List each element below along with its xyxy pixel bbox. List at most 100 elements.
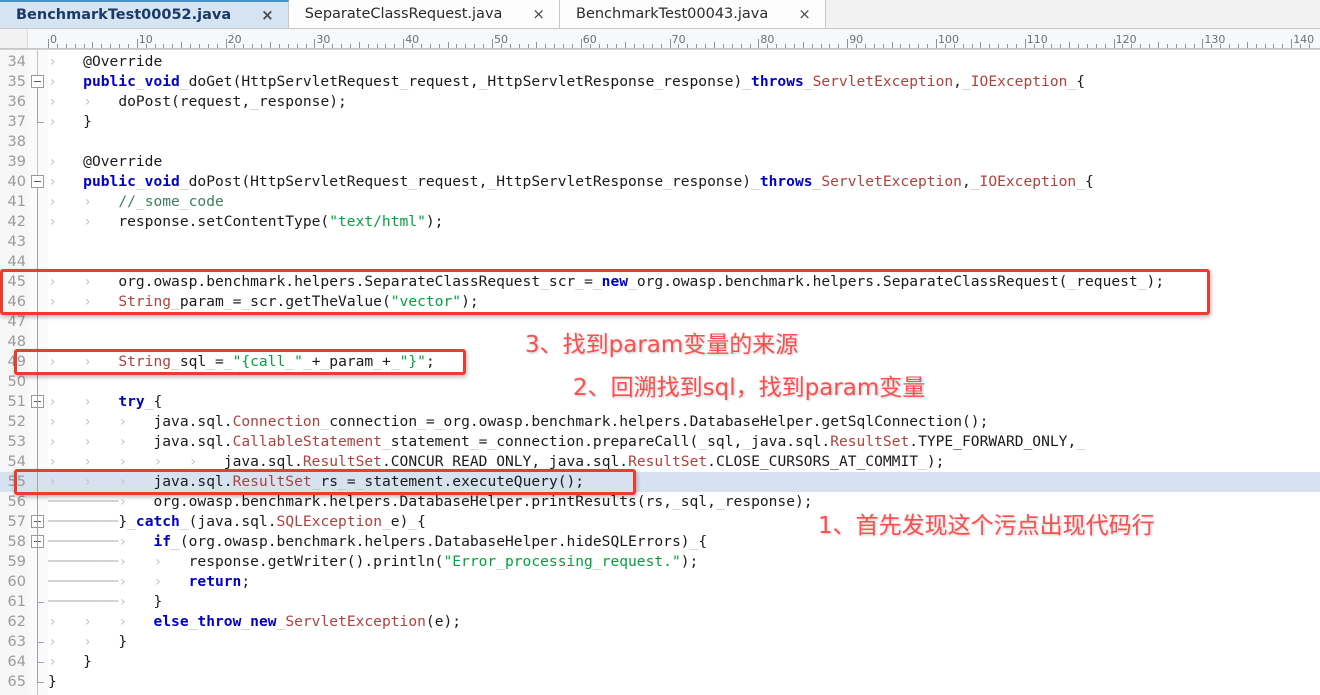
- fold-end-marker: [37, 122, 44, 123]
- line-content: › › › java.sql.Connection_connection_=_o…: [48, 413, 989, 430]
- fold-end-marker: [37, 682, 44, 683]
- tab-label: BenchmarkTest00043.java: [576, 6, 769, 22]
- code-line[interactable]: 37 › }: [0, 112, 1320, 132]
- line-number: 57: [7, 514, 26, 530]
- line-content: }: [48, 673, 57, 690]
- code-line[interactable]: 34 › @Override: [0, 52, 1320, 72]
- line-number: 48: [7, 334, 26, 350]
- tab-benchmarktest00052[interactable]: BenchmarkTest00052.java ×: [0, 0, 289, 28]
- line-content: › › › java.sql.ResultSet_rs_=_statement.…: [48, 473, 585, 490]
- line-number: 53: [7, 434, 26, 450]
- tab-benchmarktest00043[interactable]: BenchmarkTest00043.java ×: [560, 0, 826, 28]
- tab-label: BenchmarkTest00052.java: [16, 7, 232, 23]
- line-number: 59: [7, 554, 26, 570]
- line-number: 45: [7, 274, 26, 290]
- line-number: 35: [7, 74, 26, 90]
- line-number: 42: [7, 214, 26, 230]
- fold-connector: [37, 408, 38, 522]
- line-content: › › response.setContentType("text/html")…: [48, 213, 444, 230]
- code-line[interactable]: 40 › public_void_doPost(HttpServletReques…: [0, 172, 1320, 192]
- annotation-step-1: 1、首先发现这个污点出现代码行: [818, 513, 1155, 539]
- code-line[interactable]: 44: [0, 252, 1320, 272]
- code-line[interactable]: 45 › › org.owasp.benchmark.helpers.Separa…: [0, 272, 1320, 292]
- code-line[interactable]: 39 › @Override: [0, 152, 1320, 172]
- line-content: › }: [48, 653, 92, 670]
- tab-separateclassrequest[interactable]: SeparateClassRequest.java ×: [288, 0, 560, 28]
- code-editor[interactable]: 34 › @Override 35 › public_void_doGet(HttpS…: [0, 50, 1320, 695]
- code-line[interactable]: 52 › › › java.sql.Connection_connection_=…: [0, 412, 1320, 432]
- line-content: › }: [48, 113, 92, 130]
- fold-toggle-icon[interactable]: [31, 175, 44, 188]
- code-line[interactable]: 41 › › //_some_code: [0, 192, 1320, 212]
- svg-text:100: 100: [938, 33, 959, 46]
- fold-connector: [37, 88, 38, 122]
- code-line[interactable]: 36 › › doPost(request,_response);: [0, 92, 1320, 112]
- code-line[interactable]: 54 › › › › › java.sql.ResultSet.CONCUR_RE…: [0, 452, 1320, 472]
- line-content: › › › java.sql.CallableStatement_stateme…: [48, 433, 1086, 450]
- line-number: 43: [7, 234, 26, 250]
- code-line[interactable]: 64 › }: [0, 652, 1320, 672]
- close-icon[interactable]: ×: [794, 6, 815, 22]
- line-content: › › doPost(request,_response);: [48, 93, 347, 110]
- svg-text:0: 0: [50, 33, 57, 46]
- close-icon[interactable]: ×: [257, 7, 278, 23]
- line-number: 39: [7, 154, 26, 170]
- code-line[interactable]: 60 ────────› › return;: [0, 572, 1320, 592]
- line-number: 36: [7, 94, 26, 110]
- svg-text:110: 110: [1027, 33, 1048, 46]
- line-content: ────────› }: [48, 593, 163, 610]
- line-number: 51: [7, 394, 26, 410]
- svg-text:40: 40: [405, 33, 419, 46]
- code-line[interactable]: 42 › › response.setContentType("text/html…: [0, 212, 1320, 232]
- line-number: 37: [7, 114, 26, 130]
- ruler-ticks: 0 10 20 30 40 50 60 70 80 90 100 110 120 130 140: [0, 33, 1320, 49]
- svg-text:140: 140: [1293, 33, 1314, 46]
- code-line[interactable]: 55 › › › java.sql.ResultSet_rs_=_statemen…: [0, 472, 1320, 492]
- line-content: › › › › › java.sql.ResultSet.CONCUR_READ…: [48, 453, 945, 470]
- fold-end-marker: [37, 662, 44, 663]
- svg-text:130: 130: [1204, 33, 1225, 46]
- code-line[interactable]: 61 ────────› }: [0, 592, 1320, 612]
- code-line[interactable]: 62 › › › else_throw_new_ServletException(…: [0, 612, 1320, 632]
- code-line[interactable]: 59 ────────› › response.getWriter().print…: [0, 552, 1320, 572]
- line-content: › › //_some_code: [48, 193, 224, 210]
- line-number: 46: [7, 294, 26, 310]
- line-content: › › org.owasp.benchmark.helpers.Separate…: [48, 273, 1165, 290]
- line-content: › › try_{: [48, 393, 163, 410]
- svg-text:70: 70: [672, 33, 686, 46]
- line-number: 50: [7, 374, 26, 390]
- line-number: 40: [7, 174, 26, 190]
- svg-text:10: 10: [139, 33, 153, 46]
- code-line[interactable]: 43: [0, 232, 1320, 252]
- line-number: 49: [7, 354, 26, 370]
- line-content: › @Override: [48, 53, 163, 70]
- close-icon[interactable]: ×: [528, 6, 549, 22]
- column-ruler: 0 10 20 30 40 50 60 70 80 90 100 110 120 130 140: [0, 29, 1320, 50]
- fold-end-marker: [37, 642, 44, 643]
- code-line[interactable]: 46 › › String_param_=_scr.getTheValue("ve…: [0, 292, 1320, 312]
- line-content: › public_void_doGet(HttpServletRequest_r…: [48, 73, 1085, 90]
- line-number: 44: [7, 254, 26, 270]
- code-line[interactable]: 35 › public_void_doGet(HttpServletRequest…: [0, 72, 1320, 92]
- line-content: › › › else_throw_new_ServletException(e)…: [48, 613, 462, 630]
- line-number: 58: [7, 534, 26, 550]
- code-line[interactable]: 53 › › › java.sql.CallableStatement_state…: [0, 432, 1320, 452]
- svg-text:90: 90: [849, 33, 863, 46]
- line-number: 64: [7, 654, 26, 670]
- line-content: › › String_param_=_scr.getTheValue("vect…: [48, 293, 479, 310]
- line-number: 63: [7, 634, 26, 650]
- line-number: 38: [7, 134, 26, 150]
- code-line[interactable]: 65}: [0, 672, 1320, 692]
- svg-text:20: 20: [228, 33, 242, 46]
- line-content: ────────› › response.getWriter().println…: [48, 553, 699, 570]
- svg-text:30: 30: [316, 33, 330, 46]
- fold-toggle-icon[interactable]: [31, 75, 44, 88]
- line-content: ────────› › return;: [48, 573, 251, 590]
- line-number: 56: [7, 494, 26, 510]
- annotation-step-3: 3、找到param变量的来源: [525, 332, 799, 358]
- fold-connector: [37, 548, 38, 602]
- code-line[interactable]: 38: [0, 132, 1320, 152]
- line-content: ────────› if_(org.owasp.benchmark.helper…: [48, 533, 708, 550]
- line-number: 54: [7, 454, 26, 470]
- code-line[interactable]: 63 › › }: [0, 632, 1320, 652]
